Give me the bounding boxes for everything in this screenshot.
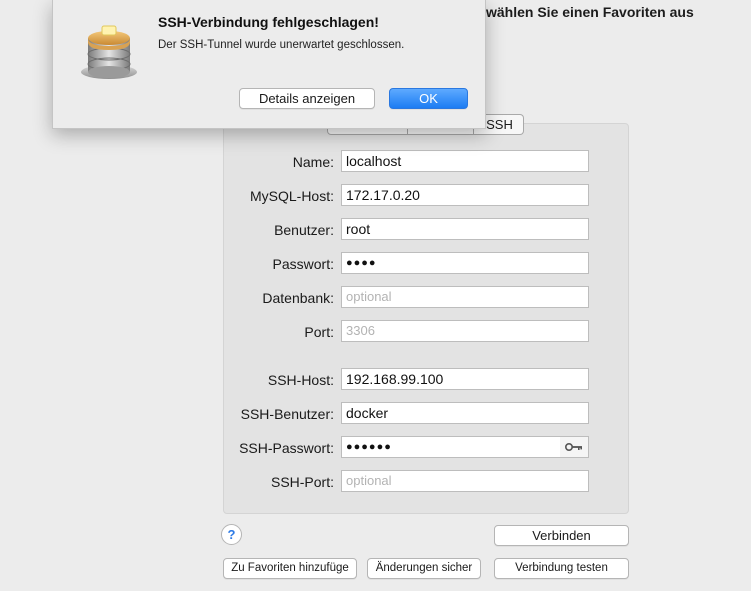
add-to-favorites-button[interactable]: Zu Favoriten hinzufüge bbox=[223, 558, 357, 579]
mysql-host-field[interactable]: 172.17.0.20 bbox=[341, 184, 589, 206]
port-label: Port: bbox=[304, 324, 334, 340]
ssh-host-label: SSH-Host: bbox=[267, 372, 334, 388]
alert-message: Der SSH-Tunnel wurde unerwartet geschlos… bbox=[158, 39, 405, 51]
ssh-key-button[interactable] bbox=[560, 436, 589, 458]
password-field[interactable]: ●●●● bbox=[341, 252, 589, 274]
mysql-host-label: MySQL-Host: bbox=[249, 188, 334, 204]
ssh-user-field[interactable]: docker bbox=[341, 402, 589, 424]
ok-button[interactable]: OK bbox=[389, 88, 468, 109]
port-field[interactable]: 3306 bbox=[341, 320, 589, 342]
name-label: Name: bbox=[292, 154, 334, 170]
ssh-port-label: SSH-Port: bbox=[270, 474, 334, 490]
name-field[interactable]: localhost bbox=[341, 150, 589, 172]
alert-title: SSH-Verbindung fehlgeschlagen! bbox=[158, 14, 379, 30]
sequel-pro-pancake-icon bbox=[81, 25, 137, 79]
window-header-text: wählen Sie einen Favoriten aus bbox=[486, 4, 694, 20]
connect-button[interactable]: Verbinden bbox=[494, 525, 629, 546]
connection-window: wählen Sie einen Favoriten aus SSH Name:… bbox=[0, 0, 751, 591]
tab-ssh-label: SSH bbox=[486, 117, 513, 132]
save-changes-button[interactable]: Änderungen sicher bbox=[367, 558, 481, 579]
ssh-host-field[interactable]: 192.168.99.100 bbox=[341, 368, 589, 390]
database-label: Datenbank: bbox=[262, 290, 334, 306]
details-button[interactable]: Details anzeigen bbox=[239, 88, 375, 109]
ssh-port-field[interactable]: optional bbox=[341, 470, 589, 492]
user-label: Benutzer: bbox=[274, 222, 334, 238]
ssh-password-label: SSH-Passwort: bbox=[239, 440, 334, 456]
test-connection-button[interactable]: Verbindung testen bbox=[494, 558, 629, 579]
error-alert-sheet: SSH-Verbindung fehlgeschlagen! Der SSH-T… bbox=[52, 0, 486, 129]
ssh-user-label: SSH-Benutzer: bbox=[240, 406, 334, 422]
user-field[interactable]: root bbox=[341, 218, 589, 240]
password-label: Passwort: bbox=[272, 256, 334, 272]
help-button[interactable]: ? bbox=[221, 524, 242, 545]
ssh-password-field[interactable]: ●●●●●● bbox=[341, 436, 561, 458]
database-field[interactable]: optional bbox=[341, 286, 589, 308]
key-icon bbox=[565, 443, 582, 451]
